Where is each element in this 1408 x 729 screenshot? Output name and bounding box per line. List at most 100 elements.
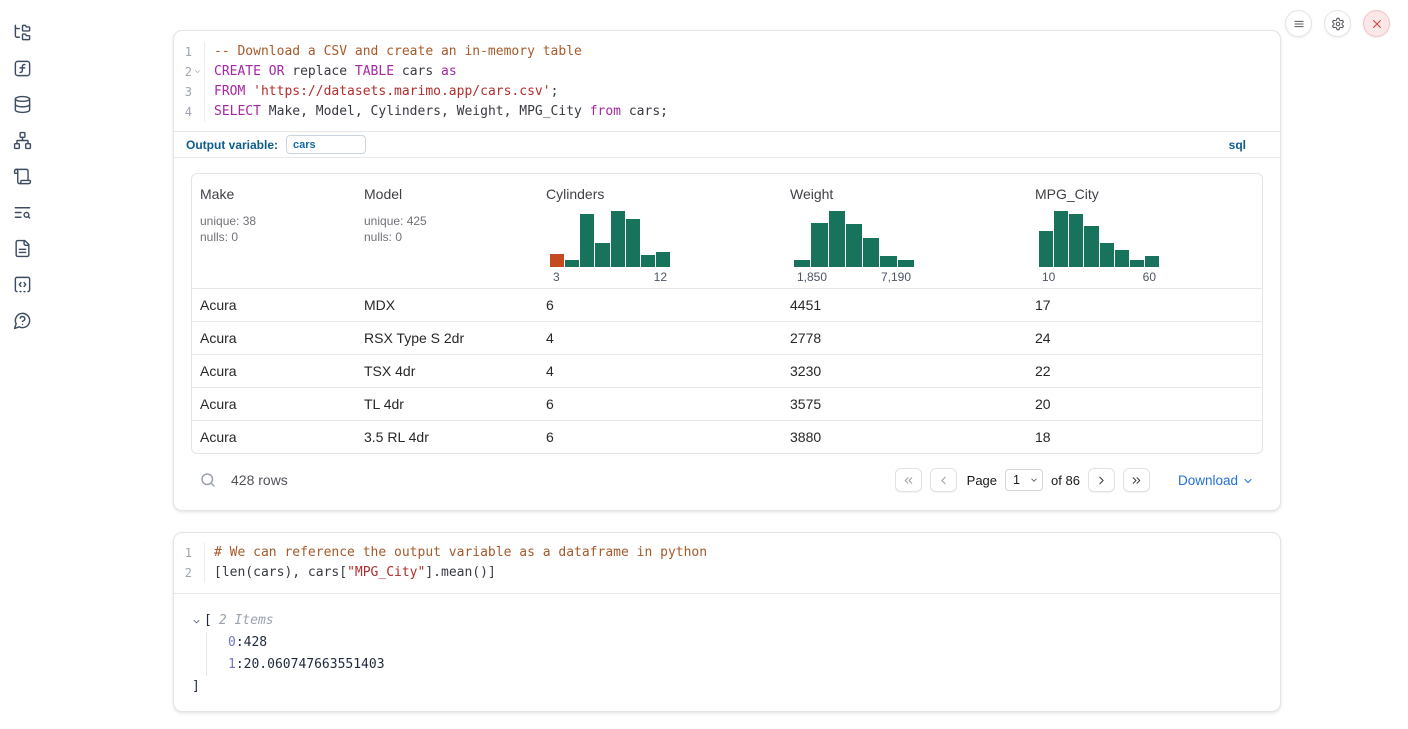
histogram-bar[interactable]: [565, 260, 579, 267]
table-row[interactable]: AcuraTSX 4dr4323022: [192, 354, 1262, 387]
prev-page-button[interactable]: [930, 468, 957, 492]
histogram-bar[interactable]: [1145, 256, 1159, 267]
table-cell: 6: [538, 396, 782, 412]
item-separator: :: [236, 632, 244, 654]
code-line[interactable]: 4SELECT Make, Model, Cylinders, Weight, …: [174, 102, 1280, 122]
function-square-icon[interactable]: [13, 59, 32, 78]
code-line[interactable]: 2[len(cars), cars["MPG_City"].mean()]: [174, 563, 1280, 583]
first-page-button[interactable]: [895, 468, 922, 492]
dependency-graph-icon[interactable]: [13, 131, 32, 150]
histogram-bar[interactable]: [794, 260, 810, 267]
histogram-bar[interactable]: [656, 252, 670, 267]
code-line[interactable]: 2CREATE OR replace TABLE cars as: [174, 62, 1280, 82]
table-cell: 18: [1027, 429, 1262, 445]
menu-icon: [1292, 17, 1306, 31]
histogram-bar[interactable]: [846, 224, 862, 267]
histogram-bar[interactable]: [611, 211, 625, 267]
line-number: 3: [174, 82, 205, 102]
code-tokens: [len(cars), cars["MPG_City"].mean()]: [205, 563, 496, 583]
last-page-button[interactable]: [1123, 468, 1150, 492]
table-cell: TSX 4dr: [356, 363, 538, 379]
item-value: 20.060747663551403: [244, 654, 385, 676]
table-header: Make unique: 38nulls: 0Modelunique: 425nu…: [192, 174, 1262, 288]
table-header-cell[interactable]: Weight 1,8507,190: [782, 186, 1027, 284]
column-stats: unique: 38nulls: 0: [200, 213, 356, 245]
table-header-cell[interactable]: Cylinders312: [538, 186, 782, 284]
settings-gear-icon: [1331, 17, 1345, 31]
histogram-bar[interactable]: [898, 260, 914, 267]
code-line[interactable]: 1# We can reference the output variable …: [174, 543, 1280, 563]
close-icon: [1370, 17, 1384, 31]
column-histogram: 1,8507,190: [794, 211, 914, 284]
table-header-cell[interactable]: Modelunique: 425nulls: 0: [356, 186, 538, 284]
table-row[interactable]: AcuraRSX Type S 2dr4277824: [192, 321, 1262, 354]
histogram-bar[interactable]: [811, 223, 827, 267]
database-icon[interactable]: [13, 95, 32, 114]
sql-code-editor[interactable]: 1-- Download a CSV and create an in-memo…: [174, 31, 1280, 131]
table-header-cell[interactable]: MPG_City1060: [1027, 186, 1262, 284]
column-name: Make: [200, 186, 356, 202]
column-name: Weight: [790, 186, 1027, 202]
pagination: Page 1 of 86 Download: [895, 468, 1254, 492]
histogram-bar[interactable]: [580, 214, 594, 267]
histogram-bar[interactable]: [1069, 214, 1083, 267]
menu-button[interactable]: [1285, 10, 1312, 37]
histogram-bar[interactable]: [1130, 260, 1144, 267]
histogram-bar[interactable]: [1084, 226, 1098, 267]
next-page-button[interactable]: [1088, 468, 1115, 492]
document-icon[interactable]: [13, 239, 32, 258]
item-key: 0: [228, 632, 236, 654]
axis-min-label: 10: [1042, 270, 1055, 284]
page-select[interactable]: 1: [1005, 469, 1043, 491]
code-snippet-icon[interactable]: [13, 275, 32, 294]
python-code-editor[interactable]: 1# We can reference the output variable …: [174, 533, 1280, 593]
axis-min-label: 3: [553, 270, 560, 284]
line-number: 1: [174, 543, 205, 563]
table-body: AcuraMDX6445117AcuraRSX Type S 2dr427782…: [192, 288, 1262, 453]
language-badge[interactable]: sql: [1229, 138, 1246, 152]
column-name: Model: [364, 186, 538, 202]
chevron-left-icon: [937, 474, 950, 487]
histogram-bar[interactable]: [550, 254, 564, 267]
code-line[interactable]: 1-- Download a CSV and create an in-memo…: [174, 42, 1280, 62]
help-chat-icon[interactable]: [13, 311, 32, 330]
histogram-bar[interactable]: [880, 256, 896, 267]
python-output-tree: [ 2 Items 0: 4281: 20.060747663551403 ]: [174, 593, 1280, 698]
settings-button[interactable]: [1324, 10, 1351, 37]
histogram-bar[interactable]: [595, 243, 609, 267]
histogram-axis-labels: 312: [550, 267, 670, 284]
table-row[interactable]: Acura3.5 RL 4dr6388018: [192, 420, 1262, 453]
table-header-cell[interactable]: Make unique: 38nulls: 0: [192, 186, 356, 284]
output-variable-input[interactable]: [286, 135, 366, 154]
table-cell: 3.5 RL 4dr: [356, 429, 538, 445]
histogram-bar[interactable]: [863, 238, 879, 267]
shutdown-button[interactable]: [1363, 10, 1390, 37]
download-button[interactable]: Download: [1178, 473, 1254, 488]
table-row[interactable]: AcuraTL 4dr6357520: [192, 387, 1262, 420]
search-icon[interactable]: [199, 471, 217, 489]
histogram-bar[interactable]: [626, 219, 640, 267]
output-variable-label: Output variable:: [186, 138, 278, 152]
histogram-bar[interactable]: [1100, 243, 1114, 267]
histogram-bar[interactable]: [829, 211, 845, 267]
tree-items: 0: 4281: 20.060747663551403: [206, 632, 1280, 676]
code-tokens: FROM 'https://datasets.marimo.app/cars.c…: [205, 82, 558, 102]
item-key: 1: [228, 654, 236, 676]
table-cell: TL 4dr: [356, 396, 538, 412]
fold-chevron-icon[interactable]: [193, 67, 203, 77]
histogram-bar[interactable]: [1039, 231, 1053, 267]
table-cell: Acura: [192, 396, 356, 412]
line-number: 2: [174, 563, 205, 583]
tree-collapse-chevron-icon[interactable]: [191, 616, 202, 627]
page-label: Page: [967, 473, 997, 488]
scroll-icon[interactable]: [13, 167, 32, 186]
histogram-bar[interactable]: [1115, 250, 1129, 267]
search-list-icon[interactable]: [13, 203, 32, 222]
code-line[interactable]: 3FROM 'https://datasets.marimo.app/cars.…: [174, 82, 1280, 102]
table-row[interactable]: AcuraMDX6445117: [192, 288, 1262, 321]
histogram-bar[interactable]: [641, 255, 655, 267]
download-label: Download: [1178, 473, 1238, 488]
histogram-bar[interactable]: [1054, 211, 1068, 267]
file-tree-icon[interactable]: [13, 23, 32, 42]
column-name: MPG_City: [1035, 186, 1262, 202]
